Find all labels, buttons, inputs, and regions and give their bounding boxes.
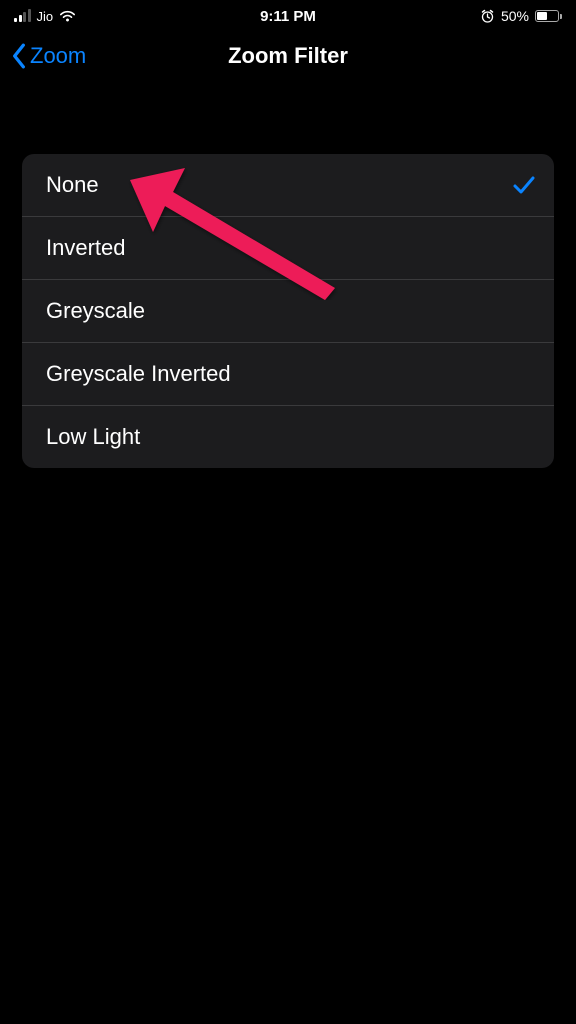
filter-label: Greyscale (46, 298, 145, 324)
status-bar: Jio 9:11 PM 50% (0, 0, 576, 28)
filter-list: None Inverted Greyscale Greyscale Invert… (22, 154, 554, 468)
checkmark-icon (512, 174, 536, 196)
content: None Inverted Greyscale Greyscale Invert… (0, 84, 576, 468)
alarm-icon (480, 9, 495, 24)
filter-option-low-light[interactable]: Low Light (22, 406, 554, 468)
filter-label: Inverted (46, 235, 126, 261)
filter-label: Greyscale Inverted (46, 361, 231, 387)
filter-label: None (46, 172, 99, 198)
navigation-bar: Zoom Zoom Filter (0, 28, 576, 84)
back-button[interactable]: Zoom (10, 43, 86, 69)
filter-option-none[interactable]: None (22, 154, 554, 217)
page-title: Zoom Filter (228, 43, 348, 69)
filter-label: Low Light (46, 424, 140, 450)
back-label: Zoom (30, 43, 86, 69)
battery-icon (535, 10, 562, 22)
status-time: 9:11 PM (260, 8, 316, 25)
filter-option-greyscale-inverted[interactable]: Greyscale Inverted (22, 343, 554, 406)
wifi-icon (59, 10, 76, 23)
filter-option-inverted[interactable]: Inverted (22, 217, 554, 280)
status-right: 50% (480, 8, 562, 24)
filter-option-greyscale[interactable]: Greyscale (22, 280, 554, 343)
carrier-label: Jio (37, 9, 54, 24)
battery-percent: 50% (501, 8, 529, 24)
signal-strength-icon (14, 10, 31, 22)
chevron-left-icon (10, 43, 28, 69)
status-left: Jio (14, 9, 76, 24)
